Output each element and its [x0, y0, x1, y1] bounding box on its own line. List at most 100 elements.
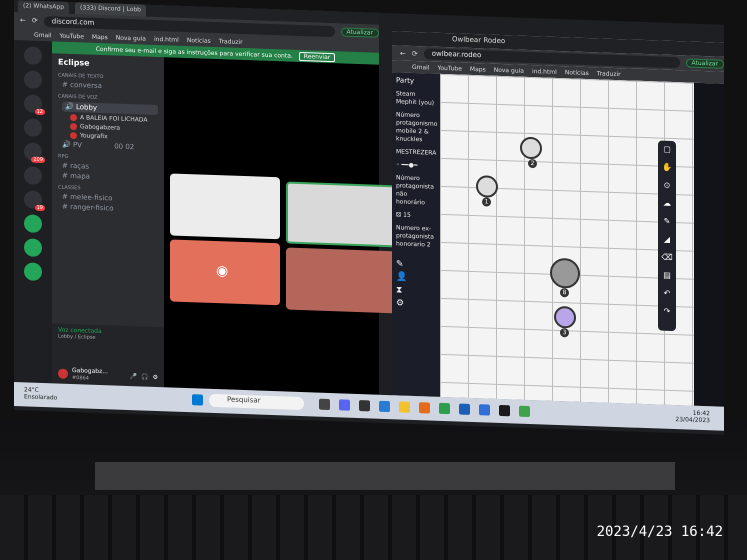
discord-home-icon[interactable] — [24, 46, 42, 65]
headphones-icon[interactable]: 🎧 — [141, 373, 148, 380]
clock-date[interactable]: 23/04/2023 — [675, 416, 710, 424]
chrome-icon[interactable] — [439, 402, 450, 415]
chrome-icon[interactable] — [519, 405, 530, 418]
party-member[interactable]: Steam Mephit (you) — [396, 90, 436, 107]
dice-count: ⚄ 15 — [396, 211, 411, 219]
bookmark-nova-guia[interactable]: Nova guia — [494, 66, 524, 74]
token-number: 1 — [482, 197, 491, 207]
channel-conversa[interactable]: # conversa — [62, 81, 158, 92]
server-icon[interactable]: 209 — [24, 142, 45, 164]
bookmark-youtube[interactable]: YouTube — [60, 32, 84, 40]
map-grid[interactable]: 1 2 8 3 — [440, 73, 694, 406]
party-member[interactable]: Numero ex-protagonista honorario 2 — [396, 224, 436, 249]
channel-mapa[interactable]: # mapa — [62, 172, 158, 183]
explore-servers-icon[interactable] — [24, 238, 42, 257]
owlbear-update-button[interactable]: Atualizar — [685, 58, 724, 69]
user-tag: #0864 — [72, 375, 89, 382]
owlbear-browser-window: Owlbear Rodeo ← ⟳ owlbear.rodeo Atualiza… — [392, 31, 724, 407]
photo-timestamp: 2023/4/23 16:42 — [596, 524, 723, 540]
back-icon[interactable]: ← — [400, 49, 406, 57]
participant-tile-speaking[interactable] — [286, 181, 396, 248]
server-icon[interactable] — [24, 118, 42, 137]
gear-icon[interactable]: ⚙ — [396, 298, 436, 308]
hourglass-icon[interactable]: ⧗ — [396, 285, 436, 295]
party-member[interactable]: MESTREZERA — [396, 148, 436, 157]
server-icon[interactable] — [24, 70, 42, 89]
party-title: Party — [396, 76, 414, 85]
party-member[interactable]: Número protagonismo mobile 2 & knuckles — [396, 111, 437, 144]
server-badge: 209 — [31, 156, 45, 164]
reload-icon[interactable]: ⟳ — [32, 17, 38, 25]
bookmark-traduzir[interactable]: Traduzir — [597, 70, 621, 78]
voice-connected-panel: Voz conectada Lobby / Eclipse — [52, 323, 164, 368]
task-view-icon[interactable] — [319, 398, 330, 411]
pencil-icon[interactable]: ✎ — [396, 259, 436, 269]
word-icon[interactable] — [459, 403, 470, 415]
vscode-icon[interactable] — [379, 400, 390, 413]
server-icon[interactable]: 19 — [24, 190, 45, 212]
discord-logo-icon: ◉ — [216, 263, 229, 280]
laptop-screen: (2) WhatsApp (333) Discord | Lobb ← ⟳ di… — [14, 0, 724, 435]
map-toolbar: ▢ ✋ ⊙ ☁ ✎ ◢ ⌫ ▤ ↶ ↷ — [658, 140, 676, 332]
username: Gabogabz... — [72, 367, 108, 376]
bookmark-maps[interactable]: Maps — [92, 33, 108, 41]
map-token[interactable] — [550, 257, 580, 289]
server-badge: 19 — [34, 204, 45, 212]
token-number: 3 — [560, 328, 569, 338]
participant-tile-avatar[interactable] — [286, 247, 396, 314]
windows-start-icon[interactable] — [192, 394, 203, 406]
bookmark-noticias[interactable]: Notícias — [565, 69, 589, 77]
participant-tile-anime[interactable] — [170, 173, 280, 240]
download-apps-icon[interactable] — [24, 262, 42, 281]
bookmark-nova-guia[interactable]: Nova guia — [116, 34, 146, 42]
channel-pv[interactable]: 🔊 PV 00 02 — [62, 141, 158, 152]
gear-icon[interactable]: ⚙ — [153, 373, 158, 380]
mic-icon[interactable]: 🎤 — [130, 373, 137, 380]
tab-whatsapp[interactable]: (2) WhatsApp — [18, 0, 70, 14]
participant-tile-discord-avatar[interactable]: ◉ — [170, 239, 280, 306]
widgets-icon[interactable] — [359, 400, 370, 412]
channel-label: Lobby — [75, 103, 98, 112]
avatar[interactable] — [58, 368, 68, 379]
bookmark-ind-html[interactable]: ind.html — [532, 68, 557, 76]
taskbar-search[interactable]: Pesquisar — [209, 393, 304, 411]
bookmark-gmail[interactable]: Gmail — [412, 63, 430, 71]
map-token[interactable] — [476, 175, 498, 198]
weather-widget[interactable]: 24°C Ensolarado — [24, 386, 57, 401]
party-panel: Party Steam Mephit (you) Número protagon… — [392, 72, 440, 397]
app-icon[interactable] — [499, 404, 510, 417]
back-icon[interactable]: ← — [20, 16, 26, 24]
server-icon[interactable]: 12 — [24, 94, 45, 116]
tab-discord[interactable]: (333) Discord | Lobb — [75, 2, 146, 17]
resend-button[interactable]: Reenviar — [298, 51, 336, 62]
server-icon[interactable] — [24, 166, 42, 185]
add-user-icon[interactable]: 👤 — [396, 272, 436, 282]
map-token[interactable] — [554, 305, 576, 329]
add-server-icon[interactable] — [24, 214, 42, 233]
server-badge: 12 — [34, 108, 45, 116]
party-member[interactable]: Número protagonista não honorário — [396, 174, 436, 207]
map-token[interactable] — [520, 136, 542, 160]
server-name[interactable]: Eclipse — [58, 58, 158, 70]
file-explorer-icon[interactable] — [399, 401, 410, 413]
app-icon[interactable] — [479, 404, 490, 416]
bookmark-traduzir[interactable]: Traduzir — [219, 38, 243, 46]
party-slider[interactable]: ◦ ━━●━ — [396, 161, 436, 170]
chat-icon[interactable] — [339, 399, 350, 411]
channel-lobby[interactable]: 🔊 Lobby — [62, 101, 158, 116]
reload-icon[interactable]: ⟳ — [412, 49, 418, 57]
bookmark-maps[interactable]: Maps — [470, 65, 486, 73]
token-assets-panel — [694, 82, 724, 407]
discord-update-button[interactable]: Atualizar — [340, 26, 379, 38]
bookmark-ind-html[interactable]: ind.html — [154, 35, 179, 43]
channel-ranger-fisico[interactable]: # ranger-fisico — [62, 203, 158, 214]
photo: (2) WhatsApp (333) Discord | Lobb ← ⟳ di… — [0, 0, 747, 560]
channel-label: conversa — [70, 80, 102, 91]
token-number: 8 — [560, 288, 569, 298]
bookmark-youtube[interactable]: YouTube — [438, 64, 462, 72]
bookmark-noticias[interactable]: Notícias — [187, 37, 211, 45]
map-tools-icons[interactable]: ▢ ✋ ⊙ ☁ ✎ ◢ ⌫ ▤ ↶ ↷ — [658, 140, 676, 321]
firefox-icon[interactable] — [419, 402, 430, 414]
video-stage: ◉ — [164, 57, 396, 395]
bookmark-gmail[interactable]: Gmail — [34, 31, 52, 39]
